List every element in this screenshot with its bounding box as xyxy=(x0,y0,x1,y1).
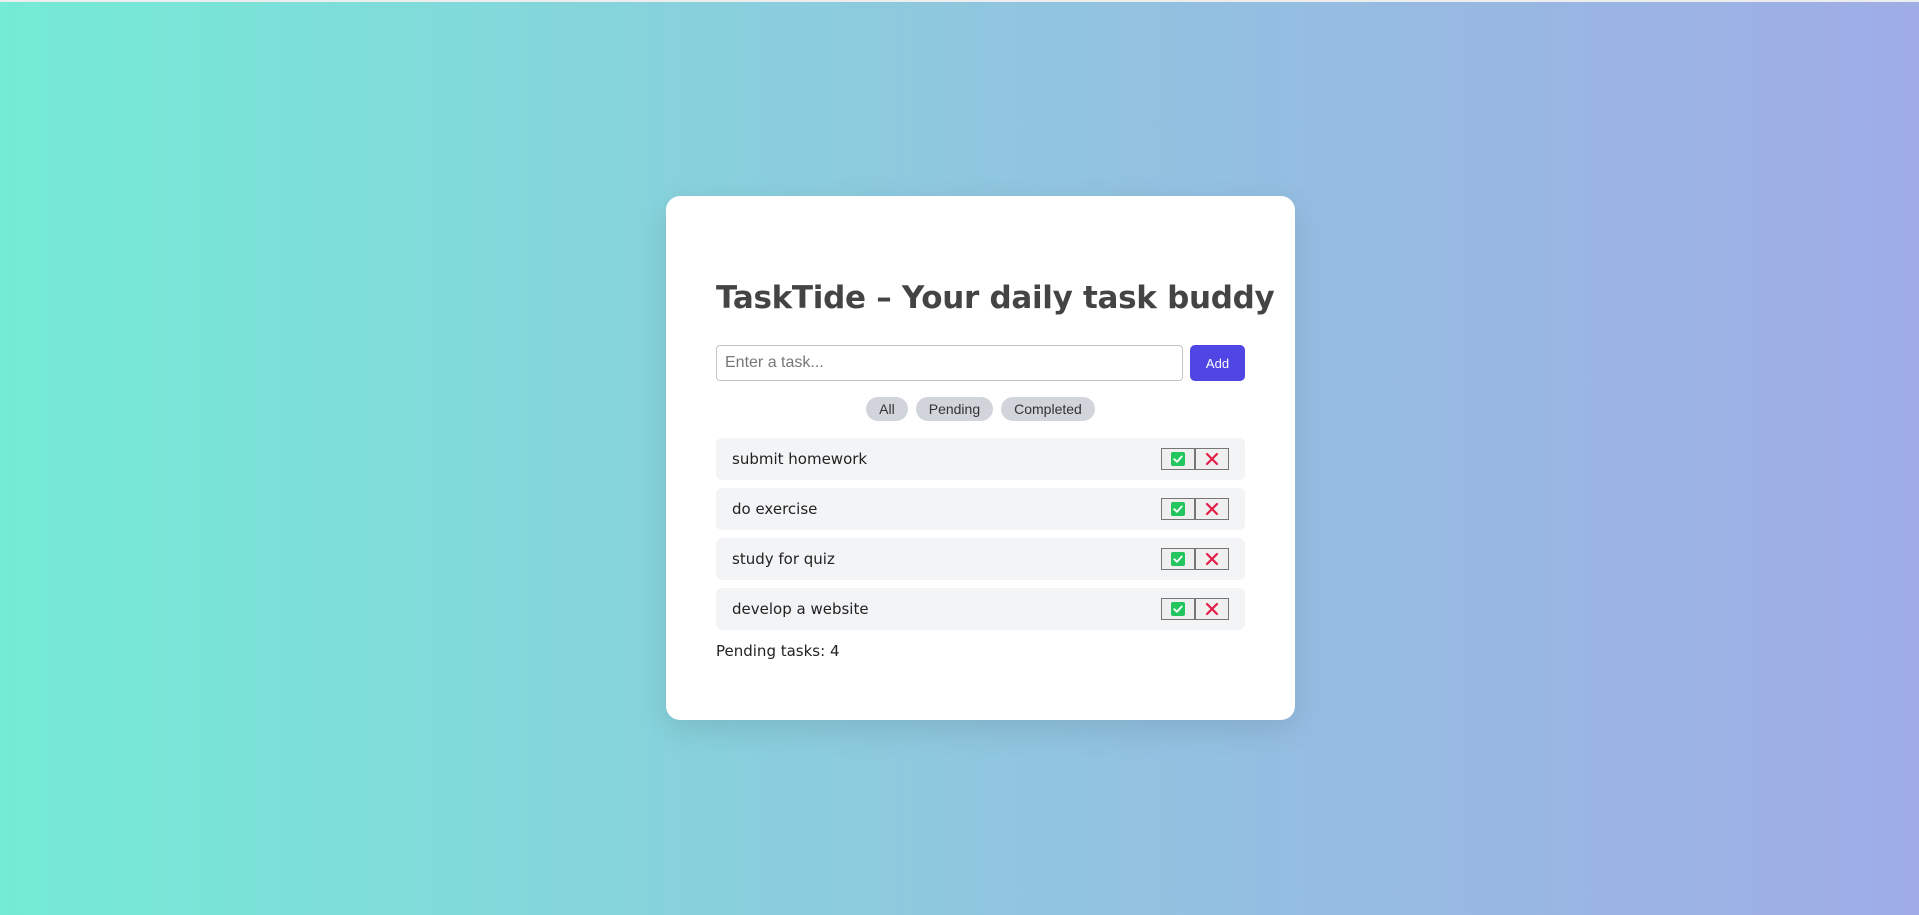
filter-bar: All Pending Completed xyxy=(716,397,1245,421)
filter-completed-button[interactable]: Completed xyxy=(1001,397,1095,421)
delete-task-button[interactable] xyxy=(1195,598,1229,620)
add-button[interactable]: Add xyxy=(1190,345,1245,381)
task-item: do exercise xyxy=(716,488,1245,530)
check-square-icon xyxy=(1171,602,1185,616)
delete-task-button[interactable] xyxy=(1195,548,1229,570)
task-card: TaskTide – Your daily task buddy Add All… xyxy=(666,196,1295,720)
task-input-row: Add xyxy=(716,345,1245,381)
task-list: submit homework do exercise study for qu… xyxy=(716,438,1245,638)
x-icon xyxy=(1205,502,1219,516)
task-text: submit homework xyxy=(732,450,868,468)
pending-count: Pending tasks: 4 xyxy=(716,642,840,660)
task-item: submit homework xyxy=(716,438,1245,480)
complete-task-button[interactable] xyxy=(1161,448,1195,470)
complete-task-button[interactable] xyxy=(1161,498,1195,520)
delete-task-button[interactable] xyxy=(1195,498,1229,520)
page-title: TaskTide – Your daily task buddy xyxy=(716,280,1275,316)
task-actions xyxy=(1161,598,1229,620)
task-text: study for quiz xyxy=(732,550,835,568)
task-item: develop a website xyxy=(716,588,1245,630)
x-icon xyxy=(1205,602,1219,616)
x-icon xyxy=(1205,552,1219,566)
check-square-icon xyxy=(1171,452,1185,466)
task-input[interactable] xyxy=(716,345,1183,381)
filter-pending-button[interactable]: Pending xyxy=(915,397,994,421)
task-text: do exercise xyxy=(732,500,818,518)
task-actions xyxy=(1161,448,1229,470)
browser-top-border xyxy=(0,0,1919,2)
filter-all-button[interactable]: All xyxy=(866,397,908,421)
complete-task-button[interactable] xyxy=(1161,548,1195,570)
delete-task-button[interactable] xyxy=(1195,448,1229,470)
check-square-icon xyxy=(1171,502,1185,516)
task-actions xyxy=(1161,548,1229,570)
task-actions xyxy=(1161,498,1229,520)
check-square-icon xyxy=(1171,552,1185,566)
task-text: develop a website xyxy=(732,600,869,618)
task-item: study for quiz xyxy=(716,538,1245,580)
x-icon xyxy=(1205,452,1219,466)
complete-task-button[interactable] xyxy=(1161,598,1195,620)
